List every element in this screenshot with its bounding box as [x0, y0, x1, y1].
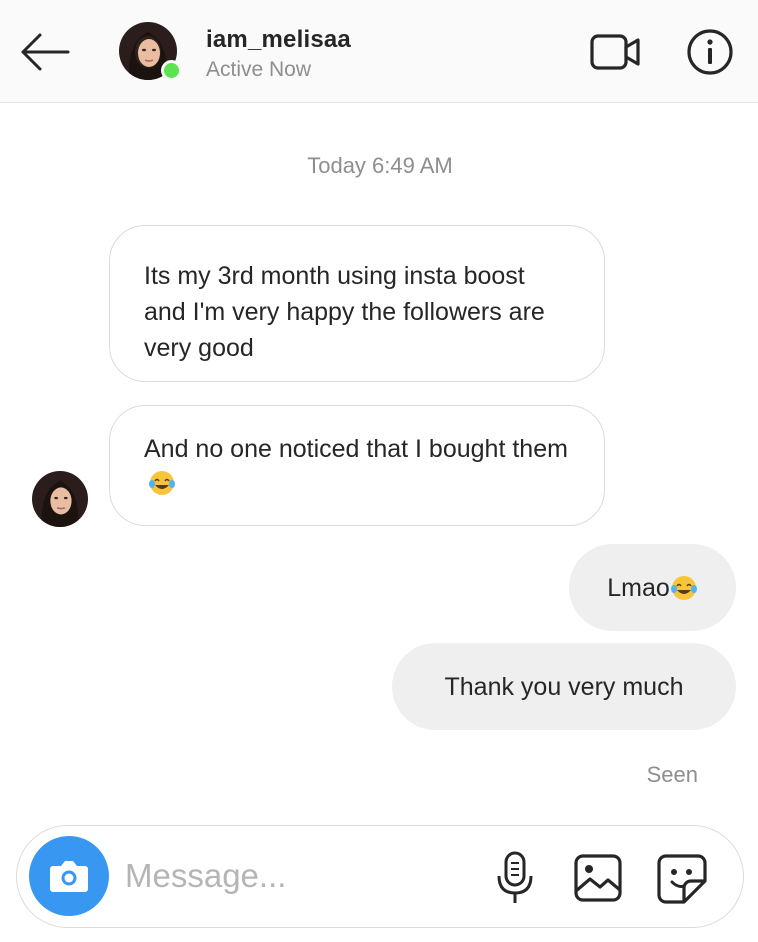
microphone-icon [497, 851, 533, 903]
username[interactable]: iam_melisaa [206, 26, 351, 54]
message-text: And no one noticed that I bought them [144, 435, 568, 463]
message-timestamp: Today 6:49 AM [307, 153, 453, 178]
incoming-message[interactable]: Its my 3rd month using insta boost and I… [109, 225, 605, 382]
video-call-icon [590, 34, 640, 70]
chat-header: iam_melisaa Active Now [0, 0, 758, 103]
camera-icon [50, 861, 88, 892]
message-text: Lmao [607, 573, 670, 602]
conversation-info-button[interactable] [686, 28, 734, 76]
info-icon [687, 29, 733, 75]
profile-avatar[interactable] [119, 22, 182, 82]
sticker-button[interactable] [656, 853, 708, 905]
online-status-dot [161, 60, 182, 81]
sender-avatar[interactable] [32, 471, 88, 527]
gallery-icon [574, 854, 622, 902]
message-composer [16, 825, 744, 928]
video-call-button[interactable] [589, 30, 643, 74]
message-text: Its my 3rd month using insta boost and I… [144, 262, 545, 362]
back-arrow-icon [21, 33, 70, 71]
active-status: Active Now [206, 58, 312, 81]
outgoing-message[interactable]: Lmao [569, 544, 736, 631]
back-button[interactable] [18, 30, 72, 74]
message-text: Thank you very much [444, 672, 684, 701]
message-input[interactable] [125, 850, 485, 902]
voice-message-button[interactable] [495, 850, 535, 906]
sticker-icon [657, 854, 707, 904]
gallery-button[interactable] [573, 853, 623, 903]
camera-button[interactable] [29, 836, 109, 916]
outgoing-message[interactable]: Thank you very much [392, 643, 736, 730]
face-with-tears-of-joy-emoji [670, 575, 697, 600]
face-with-tears-of-joy-emoji [149, 471, 175, 495]
avatar-image [32, 471, 88, 527]
seen-indicator: Seen [646, 762, 698, 787]
incoming-message[interactable]: And no one noticed that I bought them [109, 405, 605, 526]
